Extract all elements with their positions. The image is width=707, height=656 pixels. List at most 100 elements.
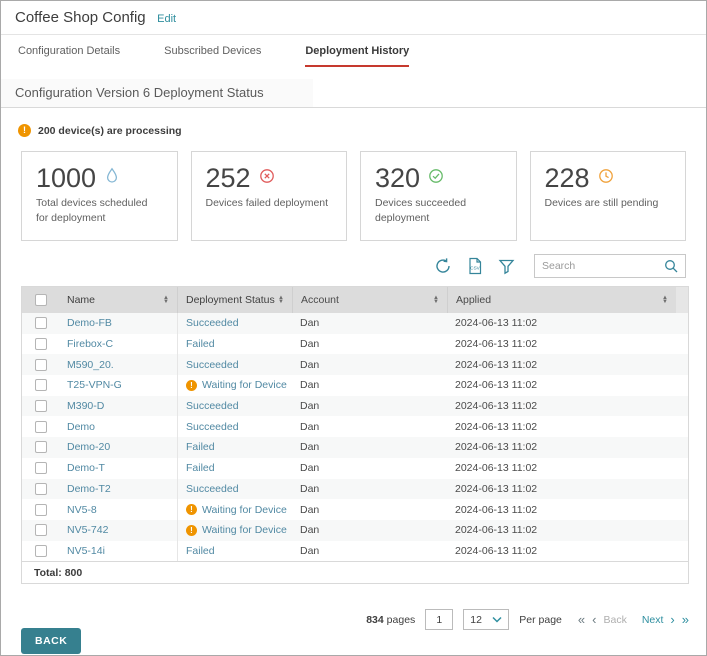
row-checkbox[interactable]: [35, 524, 47, 536]
sort-icon[interactable]: [431, 296, 441, 305]
sort-icon[interactable]: [276, 296, 286, 305]
deployment-table: Name Deployment Status Account Applied D…: [21, 286, 689, 584]
device-name-link[interactable]: Demo-T: [67, 462, 105, 474]
device-name-link[interactable]: Firebox-C: [67, 338, 113, 350]
applied-cell: 2024-06-13 11:02: [447, 359, 688, 371]
device-name-link[interactable]: NV5-8: [67, 504, 97, 516]
column-header-applied: Applied: [456, 294, 660, 306]
deployment-status: Failed: [186, 462, 215, 474]
applied-cell: 2024-06-13 11:02: [447, 338, 688, 350]
filter-icon[interactable]: [498, 258, 515, 275]
row-checkbox[interactable]: [35, 400, 47, 412]
title-bar: Coffee Shop Config Edit: [1, 1, 706, 35]
row-checkbox[interactable]: [35, 462, 47, 474]
deployment-status: Succeeded: [186, 359, 239, 371]
card-succeeded-devices: 320 Devices succeeded deployment: [360, 151, 517, 241]
total-label: Total: 800: [34, 567, 82, 579]
previous-page-icon[interactable]: [592, 612, 596, 627]
device-name-link[interactable]: Demo-T2: [67, 483, 111, 495]
edit-link[interactable]: Edit: [157, 13, 176, 25]
row-checkbox[interactable]: [35, 359, 47, 371]
next-page-icon[interactable]: [670, 612, 674, 627]
export-csv-icon[interactable]: CSV: [467, 257, 483, 275]
card-failed-devices: 252 Devices failed deployment: [191, 151, 348, 241]
table-row: NV5-14iFailedDan2024-06-13 11:02: [22, 541, 688, 562]
last-page-icon[interactable]: [682, 612, 689, 627]
failed-devices-value: 252: [206, 163, 251, 194]
circle-x-icon: [259, 168, 275, 189]
row-checkbox[interactable]: [35, 379, 47, 391]
circle-check-icon: [428, 168, 444, 189]
warning-icon: [186, 504, 197, 515]
device-name-link[interactable]: NV5-14i: [67, 545, 105, 557]
back-row: BACK: [21, 628, 706, 654]
row-checkbox[interactable]: [35, 441, 47, 453]
account-cell: Dan: [292, 545, 447, 557]
next-page-label[interactable]: Next: [642, 614, 664, 626]
device-name-link[interactable]: Demo-FB: [67, 317, 112, 329]
table-toolbar: CSV: [21, 254, 686, 278]
column-header-account: Account: [301, 294, 431, 306]
select-all-checkbox[interactable]: [35, 294, 47, 306]
tab-deployment-history[interactable]: Deployment History: [305, 45, 409, 67]
per-page-select[interactable]: 12: [463, 609, 509, 630]
processing-alert: 200 device(s) are processing: [18, 124, 706, 137]
sort-icon[interactable]: [660, 296, 670, 305]
page-number-input[interactable]: [425, 609, 453, 630]
applied-cell: 2024-06-13 11:02: [447, 421, 688, 433]
row-checkbox[interactable]: [35, 317, 47, 329]
warning-icon: [186, 525, 197, 536]
device-name-link[interactable]: Demo: [67, 421, 95, 433]
deployment-status: Failed: [186, 441, 215, 453]
svg-text:CSV: CSV: [470, 265, 480, 270]
page-title: Coffee Shop Config: [15, 9, 146, 26]
device-name-link[interactable]: Demo-20: [67, 441, 110, 453]
chevron-down-icon: [492, 614, 502, 626]
pending-devices-label: Devices are still pending: [545, 196, 672, 211]
tab-configuration-details[interactable]: Configuration Details: [18, 45, 120, 67]
account-cell: Dan: [292, 400, 447, 412]
table-row: NV5-8Waiting for DeviceDan2024-06-13 11:…: [22, 499, 688, 520]
deployment-status: Succeeded: [186, 421, 239, 433]
pages-count: 834: [366, 614, 384, 626]
succeeded-devices-label: Devices succeeded deployment: [375, 196, 502, 226]
row-checkbox[interactable]: [35, 504, 47, 516]
device-name-link[interactable]: M590_20.: [67, 359, 114, 371]
device-name-link[interactable]: NV5-742: [67, 524, 108, 536]
row-checkbox[interactable]: [35, 545, 47, 557]
sort-icon[interactable]: [161, 296, 171, 305]
device-name-link[interactable]: M390-D: [67, 400, 104, 412]
refresh-icon[interactable]: [434, 257, 452, 275]
applied-cell: 2024-06-13 11:02: [447, 317, 688, 329]
row-checkbox[interactable]: [35, 338, 47, 350]
account-cell: Dan: [292, 483, 447, 495]
back-page-label: Back: [603, 614, 626, 626]
account-cell: Dan: [292, 338, 447, 350]
applied-cell: 2024-06-13 11:02: [447, 524, 688, 536]
row-checkbox[interactable]: [35, 421, 47, 433]
column-header-name: Name: [67, 294, 161, 306]
search-icon[interactable]: [664, 259, 678, 273]
table-footer: Total: 800: [22, 561, 688, 583]
droplet-icon: [104, 167, 120, 190]
table-row: T25-VPN-GWaiting for DeviceDan2024-06-13…: [22, 375, 688, 396]
total-devices-label: Total devices scheduled for deployment: [36, 196, 163, 226]
tab-subscribed-devices[interactable]: Subscribed Devices: [164, 45, 261, 67]
row-checkbox[interactable]: [35, 483, 47, 495]
applied-cell: 2024-06-13 11:02: [447, 400, 688, 412]
deployment-status: Failed: [186, 545, 215, 557]
device-name-link[interactable]: T25-VPN-G: [67, 379, 122, 391]
applied-cell: 2024-06-13 11:02: [447, 483, 688, 495]
account-cell: Dan: [292, 421, 447, 433]
search-input[interactable]: [542, 260, 664, 272]
succeeded-devices-value: 320: [375, 163, 420, 194]
deployment-status: Succeeded: [186, 317, 239, 329]
section-title: Configuration Version 6 Deployment Statu…: [1, 79, 313, 107]
table-row: Demo-TFailedDan2024-06-13 11:02: [22, 458, 688, 479]
first-page-icon[interactable]: [578, 612, 585, 627]
table-row: Demo-T2SucceededDan2024-06-13 11:02: [22, 479, 688, 500]
back-button[interactable]: BACK: [21, 628, 81, 654]
table-row: Firebox-CFailedDan2024-06-13 11:02: [22, 334, 688, 355]
table-row: Demo Succeeded Dan2024-06-13 11:02: [22, 416, 688, 437]
applied-cell: 2024-06-13 11:02: [447, 441, 688, 453]
